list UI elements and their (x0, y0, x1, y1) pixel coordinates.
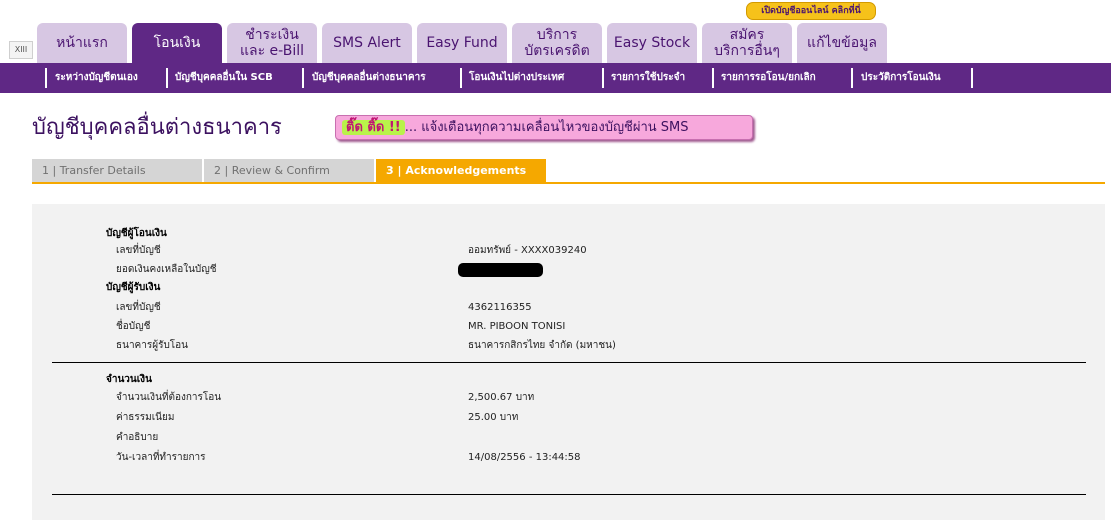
tab-label: สมัคร บริการอื่นๆ (714, 27, 780, 59)
sms-alert-banner[interactable]: ติ๊ด ติ๊ด !!... แจ้งเตือนทุกความเคลื่อนไ… (335, 115, 753, 140)
ebanking-page: เปิดบัญชีออนไลน์ คลิกที่นี่ XIII หน้าแรก… (0, 0, 1111, 520)
tab-home[interactable]: หน้าแรก (37, 23, 127, 63)
tab-label: โอนเงิน (153, 35, 201, 51)
from-account-header: บัญชีผู้โอนเงิน (106, 228, 167, 239)
fee-label: ค่าธรรมเนียม (116, 412, 175, 423)
fee-value: 25.00 บาท (468, 412, 519, 423)
to-account-label: เลขที่บัญชี (116, 302, 161, 313)
tab-edit-profile[interactable]: แก้ไขข้อมูล (797, 23, 887, 63)
datetime-value: 14/08/2556 - 13:44:58 (468, 452, 581, 463)
from-account-label: เลขที่บัญชี (116, 245, 161, 256)
step-acknowledgements: 3 | Acknowledgements (376, 159, 546, 182)
tab-transfer[interactable]: โอนเงิน (132, 23, 222, 63)
submenu-separator (302, 68, 304, 88)
submenu-other-bank[interactable]: บัญชีบุคคลอื่นต่างธนาคาร (312, 70, 426, 86)
tab-label: Easy Stock (613, 35, 691, 51)
submenu-separator (971, 68, 973, 88)
account-name-label: ชื่อบัญชี (116, 321, 151, 332)
balance-redaction (458, 263, 543, 277)
acknowledgement-panel: บัญชีผู้โอนเงิน เลขที่บัญชี ออมทรัพย์ - … (32, 204, 1105, 520)
language-switch-button[interactable]: XIII (9, 41, 33, 59)
balance-label: ยอดเงินคงเหลือในบัญชี (116, 264, 217, 275)
receiving-bank-value: ธนาคารกสิกรไทย จำกัด (มหาชน) (468, 340, 616, 351)
submenu-history[interactable]: ประวัติการโอนเงิน (861, 70, 941, 86)
amount-value: 2,500.67 บาท (468, 392, 535, 403)
amount-header: จำนวนเงิน (106, 374, 152, 385)
description-label: คำอธิบาย (116, 432, 159, 443)
divider (52, 362, 1086, 363)
submenu-separator (460, 68, 462, 88)
submenu-separator (166, 68, 168, 88)
account-name-value: MR. PIBOON TONISI (468, 321, 566, 332)
from-account-value: ออมทรัพย์ - XXXX039240 (468, 245, 587, 256)
submenu-separator (851, 68, 853, 88)
submenu-separator (712, 68, 714, 88)
transfer-submenu-bar: ระหว่างบัญชีตนเอง บัญชีบุคคลอื่นใน SCB บ… (0, 63, 1111, 93)
datetime-label: วัน-เวลาที่ทำรายการ (116, 452, 206, 463)
tab-label: บริการ บัตรเครดิต (524, 27, 590, 59)
tab-label: SMS Alert (333, 35, 401, 51)
steps-underline (32, 182, 1105, 184)
receiving-bank-label: ธนาคารผู้รับโอน (116, 340, 189, 351)
sms-banner-text: ... แจ้งเตือนทุกความเคลื่อนไหวของบัญชีผ่… (404, 120, 689, 135)
page-title: บัญชีบุคคลอื่นต่างธนาคาร (32, 115, 282, 140)
tab-label: แก้ไขข้อมูล (807, 35, 877, 51)
amount-label: จำนวนเงินที่ต้องการโอน (116, 392, 222, 403)
submenu-own-accounts[interactable]: ระหว่างบัญชีตนเอง (55, 70, 138, 86)
tab-credit-card[interactable]: บริการ บัตรเครดิต (512, 23, 602, 63)
sms-banner-highlight: ติ๊ด ติ๊ด !! (342, 120, 405, 135)
submenu-separator (45, 68, 47, 88)
tab-label: หน้าแรก (56, 35, 108, 51)
tab-sms-alert[interactable]: SMS Alert (322, 23, 412, 63)
step-review-confirm: 2 | Review & Confirm (204, 159, 374, 182)
submenu-international[interactable]: โอนเงินไปต่างประเทศ (469, 70, 564, 86)
submenu-other-scb[interactable]: บัญชีบุคคลอื่นใน SCB (175, 70, 273, 86)
tab-easy-stock[interactable]: Easy Stock (607, 23, 697, 63)
tab-payment-ebill[interactable]: ชำระเงิน และ e-Bill (227, 23, 317, 63)
tab-other-services[interactable]: สมัคร บริการอื่นๆ (702, 23, 792, 63)
to-account-header: บัญชีผู้รับเงิน (106, 282, 161, 293)
submenu-favorites[interactable]: รายการใช้ประจำ (611, 70, 685, 86)
open-account-online-badge[interactable]: เปิดบัญชีออนไลน์ คลิกที่นี่ (746, 2, 876, 20)
tab-easy-fund[interactable]: Easy Fund (417, 23, 507, 63)
tab-label: Easy Fund (426, 35, 498, 51)
submenu-pending-cancel[interactable]: รายการรอโอน/ยกเลิก (721, 70, 816, 86)
divider (52, 494, 1086, 495)
to-account-value: 4362116355 (468, 302, 532, 313)
step-transfer-details: 1 | Transfer Details (32, 159, 202, 182)
tab-label: ชำระเงิน และ e-Bill (239, 27, 304, 59)
submenu-separator (602, 68, 604, 88)
